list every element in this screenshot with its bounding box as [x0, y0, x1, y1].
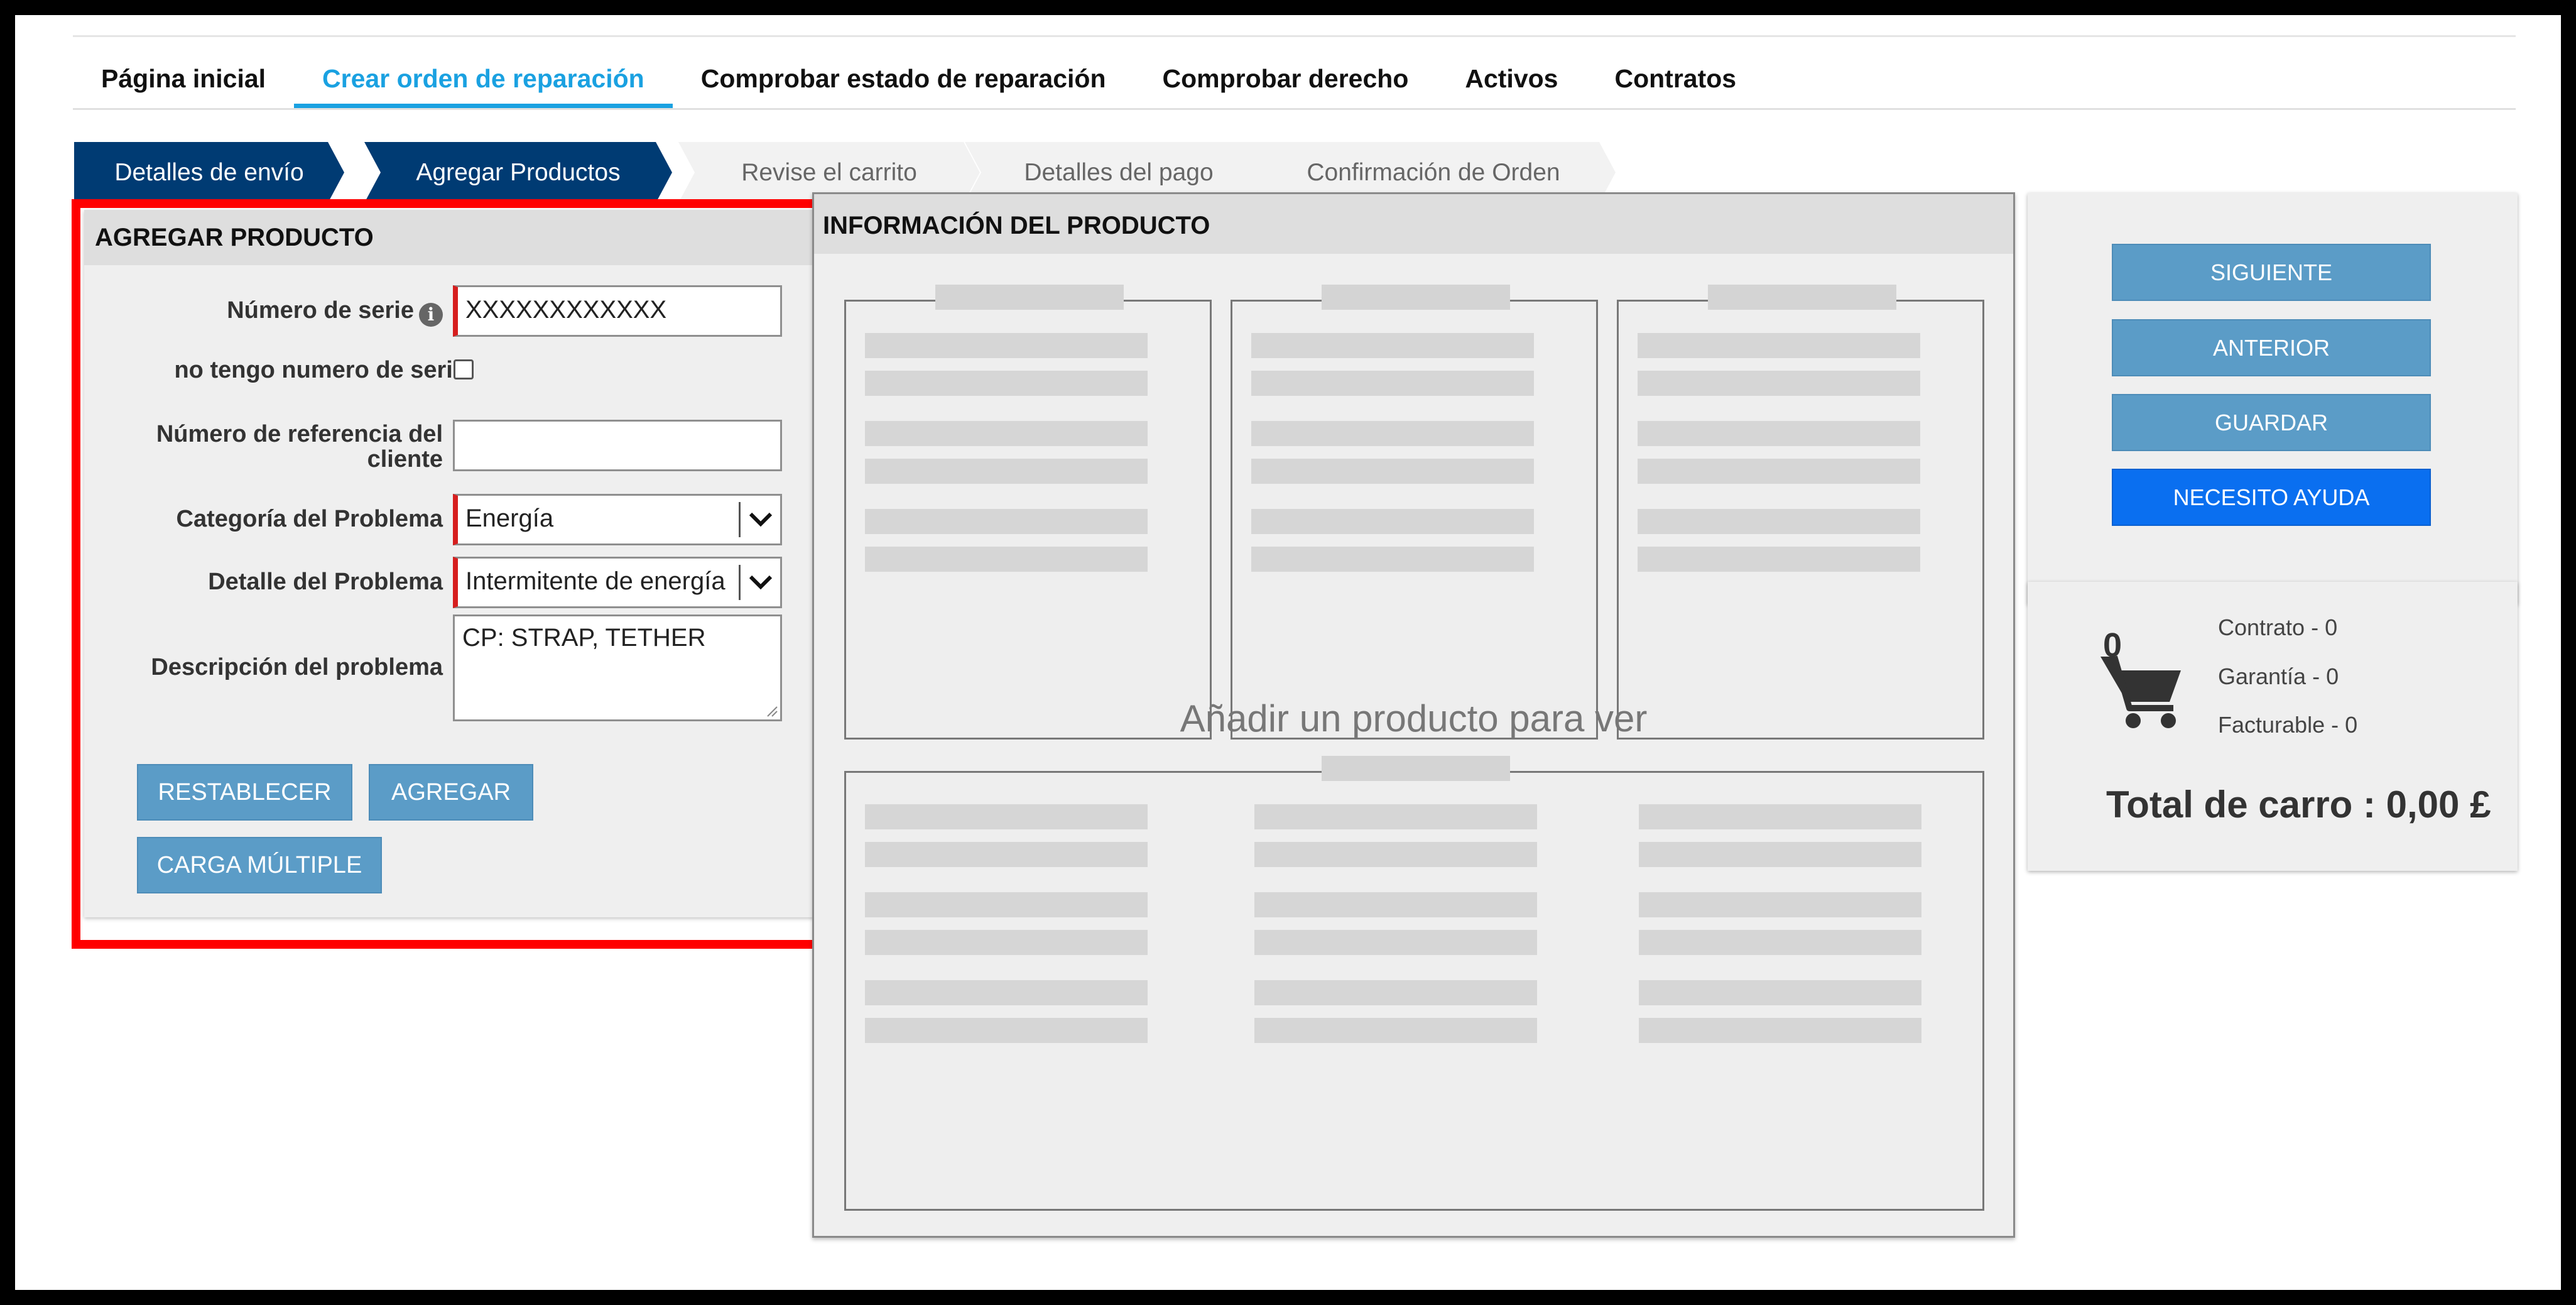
- product-info-panel: INFORMACIÓN DEL PRODUCTO Añadir un produ…: [812, 192, 2015, 1238]
- main-nav: Página inicial Crear orden de reparación…: [73, 53, 1764, 109]
- previous-button[interactable]: ANTERIOR: [2112, 319, 2431, 376]
- top-divider: [73, 35, 2516, 37]
- nav-assets[interactable]: Activos: [1437, 53, 1586, 109]
- nav-check-entitlement[interactable]: Comprobar derecho: [1134, 53, 1437, 109]
- nav-create-repair-order[interactable]: Crear orden de reparación: [294, 53, 673, 109]
- cart-total: Total de carro : 0,00 £: [2106, 784, 2491, 826]
- placeholder-card: [1231, 285, 1598, 740]
- highlight-box: [72, 199, 839, 949]
- placeholder-card: [1617, 285, 1984, 740]
- nav-home[interactable]: Página inicial: [73, 53, 294, 109]
- next-button[interactable]: SIGUIENTE: [2112, 244, 2431, 301]
- product-placeholder-text: Añadir un producto para ver: [1180, 697, 1648, 740]
- cart-panel: 0 Contrato - 0 Garantía - 0 Facturable -…: [2028, 582, 2518, 871]
- step-shipping-details[interactable]: Detalles de envío: [74, 142, 344, 203]
- product-info-title: INFORMACIÓN DEL PRODUCTO: [814, 194, 2013, 254]
- placeholder-card: [844, 285, 1212, 740]
- cart-warranty: Garantía - 0: [2218, 663, 2339, 689]
- help-button[interactable]: NECESITO AYUDA: [2112, 469, 2431, 526]
- page: Página inicial Crear orden de reparación…: [15, 15, 2561, 1290]
- nav-check-repair-status[interactable]: Comprobar estado de reparación: [673, 53, 1134, 109]
- save-button[interactable]: GUARDAR: [2112, 394, 2431, 451]
- actions-panel: SIGUIENTE ANTERIOR GUARDAR NECESITO AYUD…: [2028, 193, 2518, 604]
- shopping-cart-icon[interactable]: [2098, 648, 2186, 733]
- nav-divider: [73, 108, 2516, 110]
- cart-billable: Facturable - 0: [2218, 712, 2358, 738]
- placeholder-card-wide: [844, 756, 1984, 1211]
- nav-contracts[interactable]: Contratos: [1586, 53, 1764, 109]
- step-add-products[interactable]: Agregar Productos: [364, 142, 672, 203]
- cart-contract: Contrato - 0: [2218, 614, 2338, 640]
